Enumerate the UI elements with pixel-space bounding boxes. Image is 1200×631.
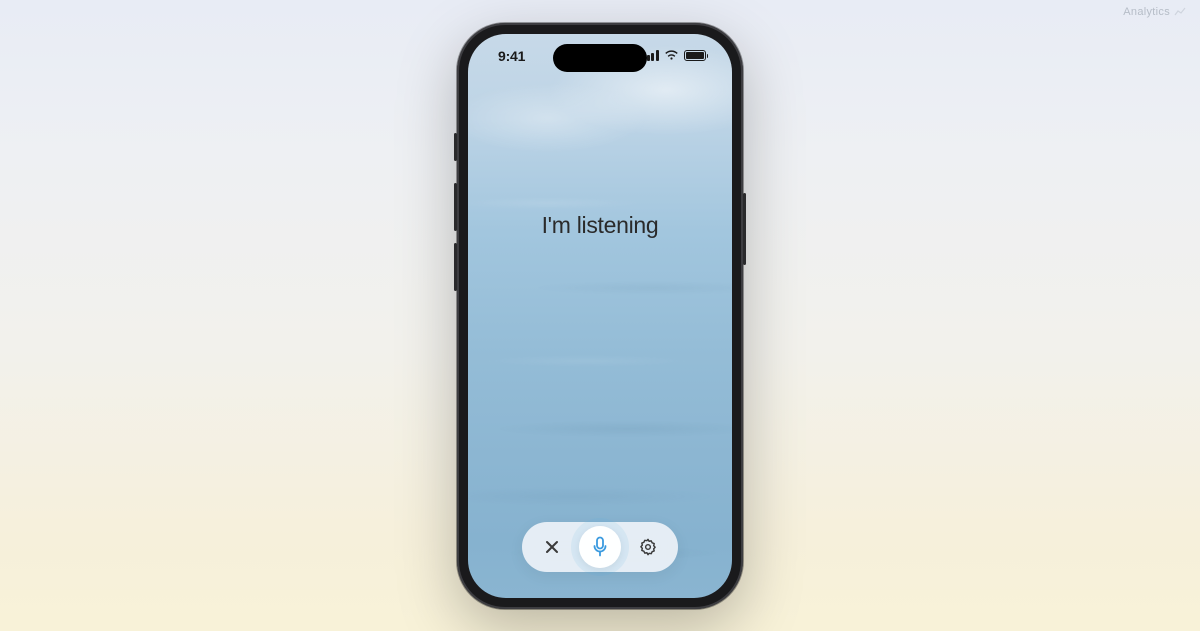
battery-icon (684, 50, 709, 61)
microphone-button[interactable] (579, 526, 621, 568)
gear-icon (639, 538, 657, 556)
status-indicators (642, 50, 708, 61)
power-button (743, 193, 746, 265)
status-time: 9:41 (498, 48, 525, 64)
dynamic-island (553, 44, 647, 72)
volume-mute-switch (454, 133, 457, 161)
voice-control-bar (522, 522, 678, 572)
volume-up-button (454, 183, 457, 231)
phone-frame: 9:41 I'm listening (457, 23, 743, 609)
analytics-text: Analytics (1123, 6, 1170, 18)
wifi-icon (664, 50, 679, 61)
volume-down-button (454, 243, 457, 291)
analytics-label: Analytics (1123, 6, 1186, 18)
settings-button[interactable] (634, 533, 662, 561)
close-button[interactable] (538, 533, 566, 561)
microphone-icon (591, 536, 609, 558)
analytics-chart-icon (1174, 7, 1186, 17)
listening-status-text: I'm listening (468, 212, 732, 239)
close-icon (544, 539, 560, 555)
phone-screen: 9:41 I'm listening (468, 34, 732, 598)
